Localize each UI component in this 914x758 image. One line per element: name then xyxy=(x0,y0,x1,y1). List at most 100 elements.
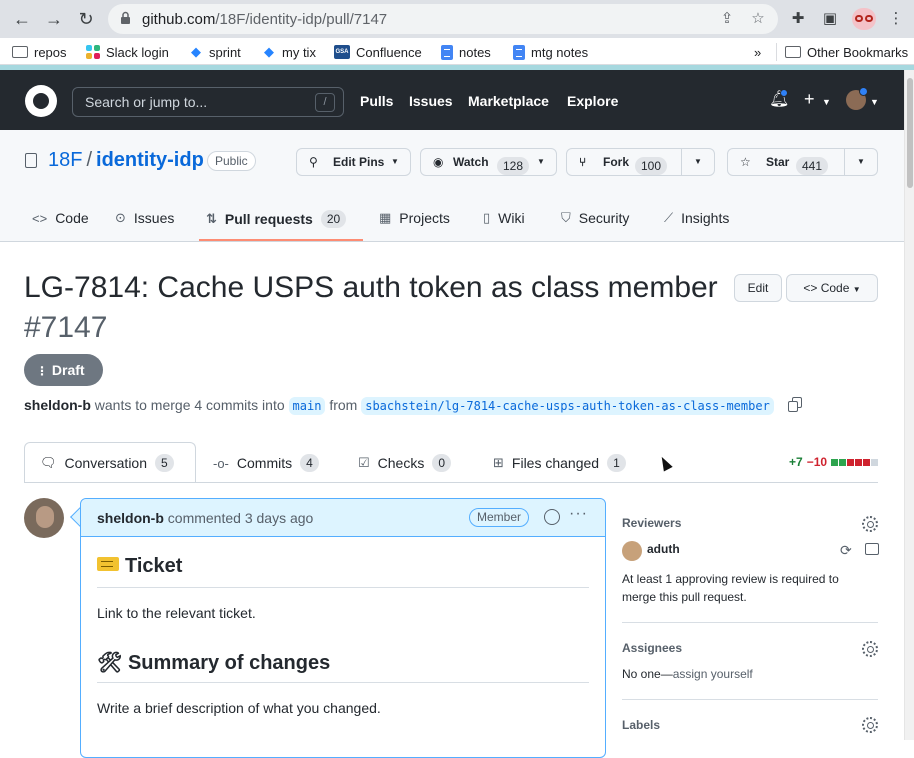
share-icon[interactable]: ⇪ xyxy=(718,10,736,28)
bookmark-sprint[interactable]: ◆ sprint xyxy=(189,43,241,61)
watch-button[interactable]: ◉ Watch 128 ▼ xyxy=(420,148,557,176)
pr-author-link[interactable]: sheldon-b xyxy=(24,397,91,413)
tab-wiki[interactable]: ▯ Wiki xyxy=(483,210,525,226)
tab-commits[interactable]: -o- Commits 4 xyxy=(213,454,319,472)
diffstat-box xyxy=(839,459,847,466)
create-new-plus-icon[interactable]: + xyxy=(804,89,815,110)
head-branch[interactable]: sbachstein/lg-7814-cache-usps-auth-token… xyxy=(361,397,774,415)
comment-byline: sheldon-b commented 3 days ago xyxy=(97,510,314,526)
reviewers-gear-icon[interactable] xyxy=(862,516,878,532)
extensions-icon[interactable]: ✚ xyxy=(788,9,808,29)
nav-issues[interactable]: Issues xyxy=(409,93,453,109)
browser-profile-avatar[interactable] xyxy=(852,8,876,30)
breadcrumb-separator: / xyxy=(86,149,93,171)
labels-gear-icon[interactable] xyxy=(862,717,878,733)
tab-insights[interactable]: ⟋ Insights xyxy=(664,210,729,226)
bookmark-divider xyxy=(776,43,777,61)
heading-rule xyxy=(97,682,589,683)
base-branch[interactable]: main xyxy=(288,397,326,415)
assignees-heading[interactable]: Assignees xyxy=(622,641,682,655)
bookmark-slack-login[interactable]: Slack login xyxy=(86,43,169,61)
star-button[interactable]: ☆ Star 441 ▼ xyxy=(727,148,878,176)
search-placeholder: Search or jump to... xyxy=(85,94,208,110)
other-bookmarks[interactable]: Other Bookmarks xyxy=(785,43,908,61)
kebab-menu-icon[interactable]: ··· xyxy=(569,505,588,523)
diffstat-box xyxy=(831,459,839,466)
fork-dropdown-chevron-icon[interactable]: ▼ xyxy=(694,149,702,175)
doc-icon xyxy=(441,44,453,60)
fork-icon: ⑂ xyxy=(579,155,587,169)
tab-security[interactable]: ⛉ Security xyxy=(561,210,629,226)
repo-name-link[interactable]: identity-idp xyxy=(96,149,204,171)
checks-count: 0 xyxy=(432,454,452,472)
re-request-review-icon[interactable]: ⟳ xyxy=(840,542,852,559)
reload-icon[interactable]: ↻ xyxy=(74,7,98,31)
files-changed-count: 1 xyxy=(607,454,626,472)
review-comment-icon[interactable] xyxy=(865,543,879,555)
reviewer-avatar[interactable] xyxy=(622,541,642,561)
nav-pulls[interactable]: Pulls xyxy=(360,93,393,109)
pr-merge-summary: sheldon-b wants to merge 4 commits into … xyxy=(24,397,774,415)
diffstat: +7 −10 xyxy=(789,455,879,469)
bookmark-mtg-notes[interactable]: mtg notes xyxy=(513,43,588,61)
pr-description-comment: sheldon-b commented 3 days ago Member ··… xyxy=(80,498,606,758)
ticket-paragraph: Link to the relevant ticket. xyxy=(97,605,256,621)
chevron-down-icon: ▼ xyxy=(870,97,879,107)
slack-icon xyxy=(86,45,100,59)
watch-count: 128 xyxy=(497,157,530,175)
diffstat-box xyxy=(863,459,871,466)
comment-author-avatar[interactable] xyxy=(24,498,64,538)
edit-pins-button[interactable]: ⚲ Edit Pins ▼ xyxy=(296,148,411,176)
tab-conversation[interactable]: 🗨︎ Conversation 5 xyxy=(40,454,174,472)
address-bar[interactable]: github.com/18F/identity-idp/pull/7147 ⇪ … xyxy=(108,4,778,34)
tab-issues[interactable]: ⊙ Issues xyxy=(115,210,174,226)
bookmark-star-icon[interactable]: ☆ xyxy=(749,10,767,28)
github-logo-icon[interactable] xyxy=(25,85,57,117)
eye-icon: ◉ xyxy=(433,155,444,169)
book-icon: ▯ xyxy=(483,210,491,225)
nav-marketplace[interactable]: Marketplace xyxy=(468,93,549,109)
page-scrollbar[interactable] xyxy=(904,70,914,740)
tab-checks[interactable]: ☑ Checks 0 xyxy=(358,454,452,472)
assign-yourself-link[interactable]: assign yourself xyxy=(673,667,753,681)
bookmark-notes[interactable]: notes xyxy=(441,43,491,61)
tab-code[interactable]: <> Code xyxy=(32,210,89,226)
pr-tabs-divider xyxy=(24,482,878,483)
reviewer-name-link[interactable]: aduth xyxy=(647,542,680,556)
bookmark-confluence[interactable]: GSA Confluence xyxy=(334,43,422,61)
forward-icon[interactable]: → xyxy=(42,7,66,31)
code-dropdown-button[interactable]: <> Code ▼ xyxy=(786,274,878,302)
search-input[interactable]: Search or jump to... / xyxy=(72,87,344,117)
bookmark-repos[interactable]: repos xyxy=(12,43,67,61)
summary-heading: 🛠 Summary of changes xyxy=(97,652,331,674)
ticket-emoji-icon xyxy=(97,557,119,571)
pr-number: #7147 xyxy=(24,311,108,344)
reviewers-heading[interactable]: Reviewers xyxy=(622,516,681,530)
labels-heading[interactable]: Labels xyxy=(622,718,660,732)
bookmark-my-tix[interactable]: ◆ my tix xyxy=(262,43,316,61)
file-diff-icon: ⊞ xyxy=(493,455,504,470)
github-header: Search or jump to... / Pulls Issues Mark… xyxy=(0,70,904,130)
code-icon: <> xyxy=(32,210,48,226)
add-reaction-smiley-icon[interactable] xyxy=(544,509,560,525)
comment-author-link[interactable]: sheldon-b xyxy=(97,510,164,526)
tab-projects[interactable]: ▦ Projects xyxy=(379,210,450,226)
repo-owner-link[interactable]: 18F xyxy=(48,149,82,171)
edit-title-button[interactable]: Edit xyxy=(734,274,782,302)
back-icon[interactable]: ← xyxy=(10,7,34,31)
nav-explore[interactable]: Explore xyxy=(567,93,618,109)
side-panel-icon[interactable]: ▣ xyxy=(820,9,840,29)
bookmarks-overflow[interactable]: » xyxy=(754,43,761,61)
tab-pull-requests[interactable]: ⇅ Pull requests 20 xyxy=(206,210,347,228)
draft-pr-icon: ⋮ xyxy=(36,364,48,378)
star-dropdown-chevron-icon[interactable]: ▼ xyxy=(857,149,865,175)
fork-button[interactable]: ⑂ Fork 100 ▼ xyxy=(566,148,715,176)
scrollbar-thumb[interactable] xyxy=(907,78,913,188)
fork-count: 100 xyxy=(635,157,668,175)
notifications-bell-icon[interactable]: 🔔︎ xyxy=(769,89,789,110)
browser-menu-icon[interactable]: ⋮ xyxy=(886,9,906,29)
user-avatar[interactable] xyxy=(846,87,868,110)
copy-icon[interactable] xyxy=(788,397,802,413)
tab-files-changed[interactable]: ⊞ Files changed 1 xyxy=(493,454,626,472)
assignees-gear-icon[interactable] xyxy=(862,641,878,657)
